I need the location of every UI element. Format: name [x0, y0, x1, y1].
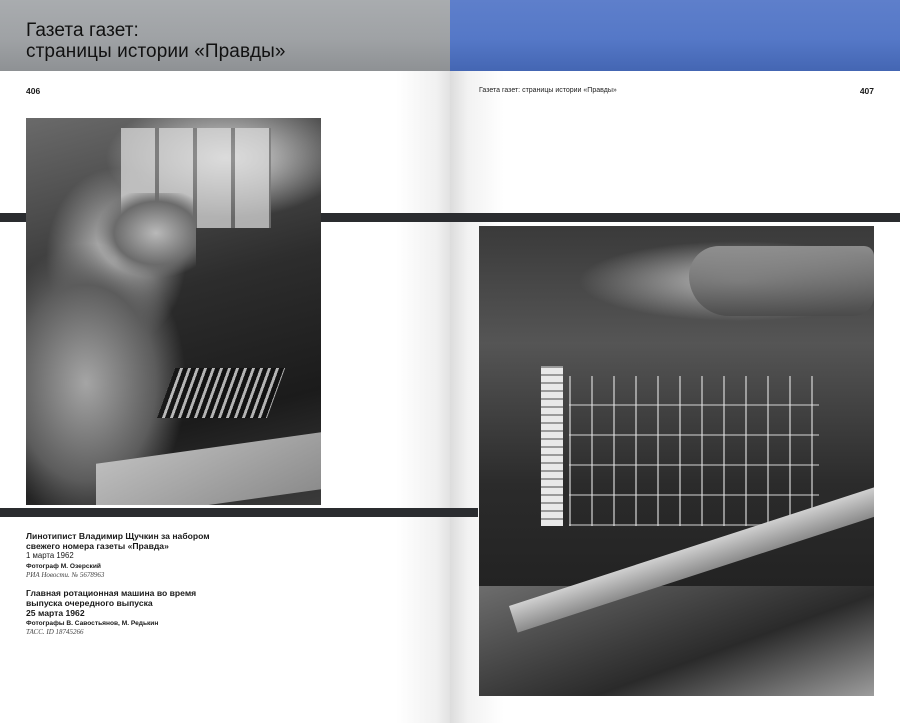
caption-1-date: 1 марта 1962: [26, 551, 74, 560]
divider-band-mid-right: [450, 508, 478, 517]
photo-linotype-keyboard: [156, 368, 286, 418]
photo-press-railings: [569, 376, 819, 526]
left-page: Газета газет: страницы истории «Правды» …: [0, 0, 450, 723]
caption-2-title-line1: Главная ротационная машина во время: [26, 588, 197, 598]
page-number-right: 407: [859, 86, 874, 96]
chapter-title-line1: Газета газет:: [26, 20, 139, 41]
caption-2-date: 25 марта 1962: [26, 608, 85, 618]
chapter-title: Газета газет: страницы истории «Правды»: [26, 20, 286, 62]
caption-2-source: ТАСС. ID 18745266: [26, 628, 84, 636]
caption-1-title-line1: Линотипист Владимир Щучкин за набором: [26, 531, 210, 541]
caption-2-title-line2: выпуска очередного выпуска: [26, 598, 153, 608]
photo-paper-web: [541, 366, 563, 526]
page-number-left: 406: [26, 86, 41, 96]
caption-1-title-line2: свежего номера газеты «Правда»: [26, 541, 169, 551]
rotary-press-photo: [479, 226, 874, 696]
caption-2-photographer: Фотографы В. Савостьянов, М. Редькин: [26, 620, 159, 627]
left-header-band: Газета газет: страницы истории «Правды»: [0, 0, 450, 71]
caption-1-photographer: Фотограф М. Озерский: [26, 563, 101, 570]
running-head: Газета газет: страницы истории «Правды»: [479, 87, 617, 94]
linotype-operator-photo: [26, 118, 321, 505]
right-page: Газета газет: страницы истории «Правды» …: [450, 0, 900, 723]
divider-band-top-right: [450, 213, 900, 222]
captions: Линотипист Владимир Щучкин за набором св…: [26, 531, 316, 637]
caption-1: Линотипист Владимир Щучкин за набором св…: [26, 531, 316, 580]
photo-ventilation-duct: [689, 246, 874, 316]
caption-2: Главная ротационная машина во время выпу…: [26, 588, 316, 637]
caption-1-title: Линотипист Владимир Щучкин за набором св…: [26, 531, 316, 551]
chapter-title-line2: страницы истории «Правды»: [26, 41, 286, 62]
caption-1-source: РИА Новости. № 5678963: [26, 571, 105, 579]
right-header-band: [450, 0, 900, 71]
caption-2-title: Главная ротационная машина во время выпу…: [26, 588, 316, 608]
divider-band-mid-left: [0, 508, 450, 517]
